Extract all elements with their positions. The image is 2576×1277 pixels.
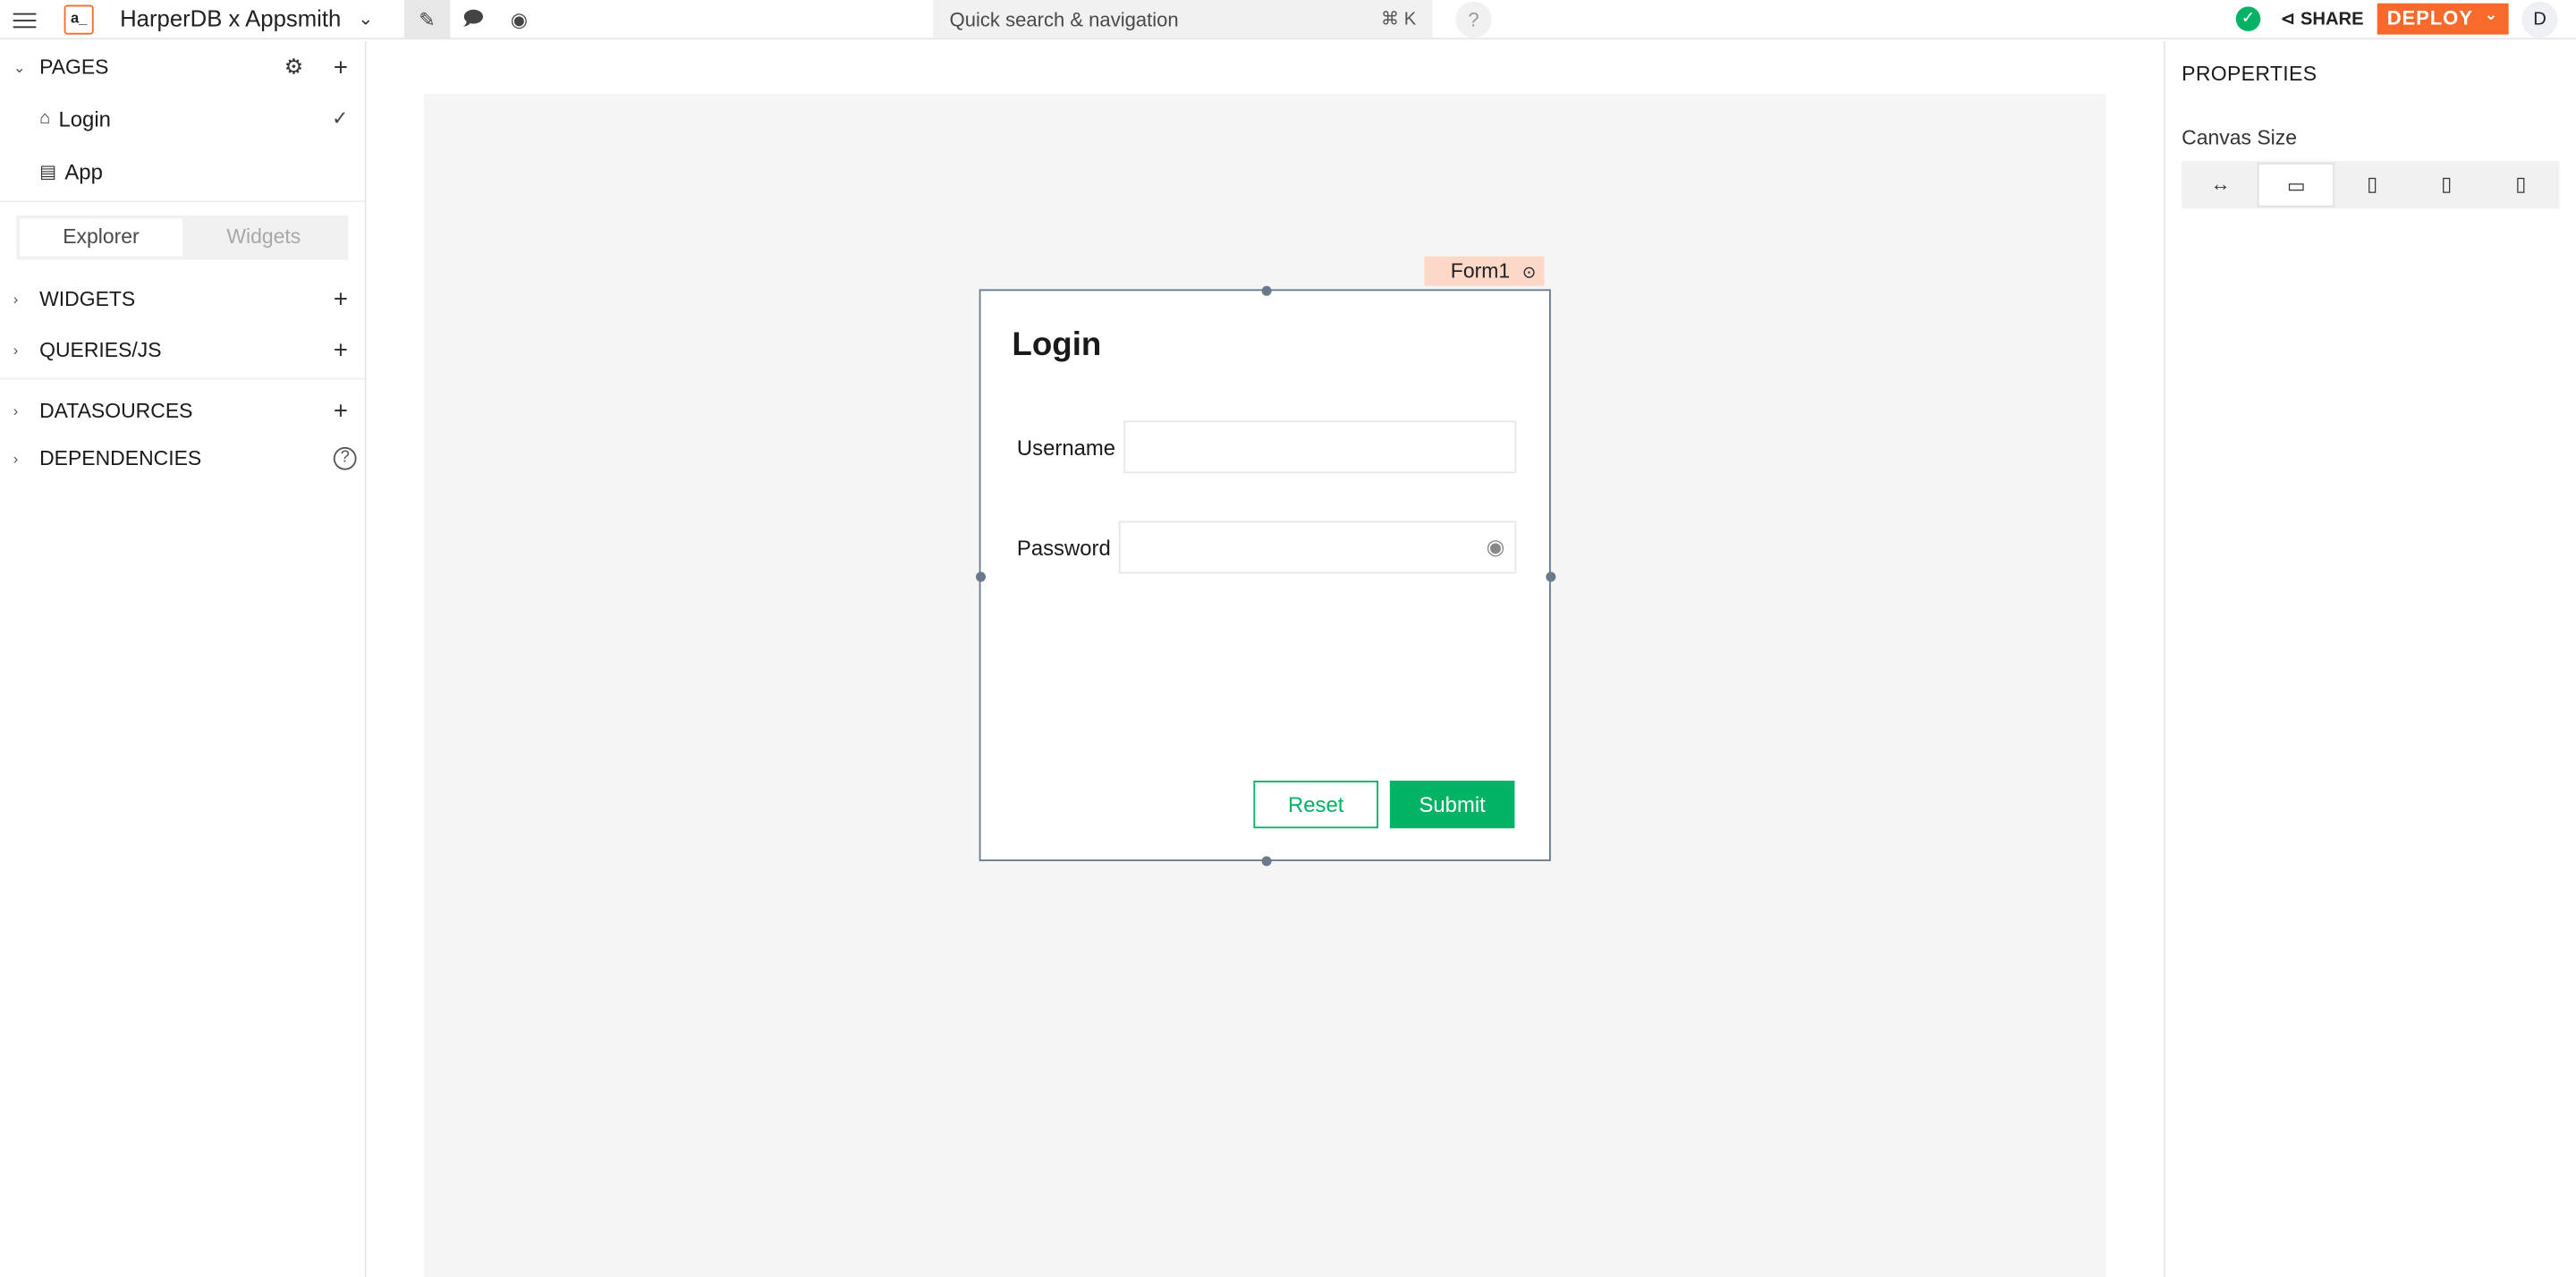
search-placeholder: Quick search & navigation [949,8,1179,31]
search-input[interactable]: Quick search & navigation ⌘ K [933,0,1433,38]
form-name: Form1 [1450,259,1511,283]
fluid-width-icon[interactable]: ↔ [2183,163,2258,207]
page-icon: ▤ [39,162,57,182]
menu-icon[interactable] [13,8,37,31]
app-logo[interactable]: a_ [64,4,94,35]
chevron-right-icon[interactable]: › [13,342,19,358]
resize-handle[interactable] [975,571,987,582]
username-field[interactable] [1123,420,1517,474]
help-icon[interactable]: ? [333,446,357,470]
section-widgets[interactable]: › WIDGETS + [0,276,365,322]
section-title: QUERIES/JS [39,338,162,362]
eye-icon: ◉ [510,8,529,31]
tablet-icon[interactable]: ▯ [2410,163,2484,207]
add-page-icon[interactable]: + [334,54,348,81]
page-label-app: App [64,158,103,183]
pages-title: PAGES [39,55,109,80]
tab-widgets[interactable]: Widgets [182,218,345,256]
resize-handle[interactable] [1546,571,1556,582]
login-form[interactable]: Login Username Password ◉ Reset Submit [975,285,1556,867]
section-title: WIDGETS [39,287,136,311]
password-field[interactable]: ◉ [1118,520,1517,574]
share-label: SHARE [2300,10,2364,30]
home-icon: ⌂ [39,108,51,129]
sidebar-item-login[interactable]: ⌂ Login ✓ [0,96,365,141]
widget-name-tag[interactable]: Form1 ⊙ [1424,256,1545,286]
submit-button[interactable]: Submit [1389,780,1515,829]
comment-mode-button[interactable]: 🗩 [450,0,496,39]
properties-title: PROPERTIES [2182,62,2318,86]
desktop-icon[interactable]: ▭ [2257,162,2335,207]
resize-handle[interactable] [1261,856,1272,867]
comment-icon: 🗩 [462,5,485,30]
add-widget-icon[interactable]: + [334,285,348,313]
canvas-area: Form1 ⊙ Login Username Password ◉ Reset [368,40,2163,1277]
deploy-button[interactable]: DEPLOY ⌄ [2377,3,2509,35]
section-title: DEPENDENCIES [39,446,202,470]
mobile-icon[interactable]: ▯ [2484,163,2558,207]
divider [0,377,365,380]
chevron-right-icon[interactable]: › [13,291,19,307]
explorer-widgets-toggle: Explorer Widgets [16,215,349,260]
page-label-login: Login [58,106,111,131]
edit-mode-button[interactable]: ✎ [403,0,451,40]
page-item: ▤ App [39,158,103,183]
chevron-down-icon[interactable]: ⌄ [13,58,26,76]
tablet-landscape-icon[interactable]: ▯ [2335,163,2410,207]
canvas-size-selector: ↔ ▭ ▯ ▯ ▯ [2182,161,2560,209]
add-datasource-icon[interactable]: + [334,397,348,425]
section-dependencies[interactable]: › DEPENDENCIES ? [0,436,365,481]
chevron-right-icon[interactable]: › [13,451,19,467]
properties-pane: PROPERTIES Canvas Size ↔ ▭ ▯ ▯ ▯ [2163,40,2576,1277]
deploy-label: DEPLOY [2386,6,2473,30]
form-title: Login [1012,326,1102,364]
section-datasources[interactable]: › DATASOURCES + [0,388,365,434]
top-header: a_ HarperDB x Appsmith ⌄ ✎ 🗩 ◉ Quick sea… [0,0,2576,40]
section-queries[interactable]: › QUERIES/JS + [0,327,365,373]
divider [0,200,365,203]
section-title: DATASOURCES [39,399,193,423]
share-button[interactable]: ⊲ SHARE [2280,8,2363,30]
add-query-icon[interactable]: + [334,336,348,364]
avatar[interactable]: D [2521,1,2558,38]
password-label: Password [1016,536,1111,561]
reset-button[interactable]: Reset [1253,780,1378,829]
chevron-right-icon[interactable]: › [13,402,19,419]
tab-explorer[interactable]: Explorer [20,218,182,257]
username-label: Username [1016,436,1116,461]
gear-icon[interactable]: ⚙ [284,55,303,80]
pages-header[interactable]: ⌄ PAGES ⚙ + [0,45,365,90]
canvas[interactable]: Form1 ⊙ Login Username Password ◉ Reset [423,93,2106,1277]
share-icon: ⊲ [2280,10,2301,30]
search-shortcut: ⌘ K [1380,10,1417,30]
saved-status-icon: ✓ [2235,6,2261,31]
check-icon: ✓ [332,106,349,131]
sidebar-item-app[interactable]: ▤ App [0,148,365,193]
page-item: ⌂ Login [39,106,111,131]
help-button[interactable]: ? [1455,1,1492,38]
preview-mode-button[interactable]: ◉ [496,0,542,39]
pencil-icon: ✎ [419,8,436,31]
app-name[interactable]: HarperDB x Appsmith [120,5,341,31]
chevron-down-icon[interactable]: ⌄ [2484,6,2498,24]
resize-handle[interactable] [1261,285,1272,296]
canvas-size-label: Canvas Size [2182,126,2298,150]
explorer-sidebar: ⌄ PAGES ⚙ + ⌂ Login ✓ ▤ App Explorer Wid… [0,40,367,1277]
eye-icon[interactable]: ◉ [1487,534,1505,560]
chevron-down-icon[interactable]: ⌄ [358,8,373,30]
settings-icon[interactable]: ⊙ [1522,265,1536,283]
